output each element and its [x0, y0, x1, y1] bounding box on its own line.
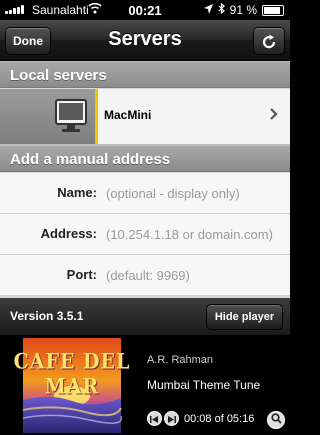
name-input[interactable]	[106, 182, 284, 204]
playback-time: 00:08 of 05:16	[184, 412, 255, 425]
server-row-macmini[interactable]: MacMini	[0, 89, 290, 145]
section-header-manual-address: Add a manual address	[0, 145, 290, 172]
address-input[interactable]	[106, 223, 284, 245]
next-button[interactable]	[164, 411, 179, 426]
hide-player-button[interactable]: Hide player	[206, 304, 283, 330]
server-label: MacMini	[104, 108, 152, 122]
page-title: Servers	[108, 28, 182, 50]
location-icon	[203, 3, 213, 17]
selected-indicator	[95, 89, 98, 144]
chevron-right-icon	[269, 104, 278, 125]
search-button[interactable]	[267, 411, 285, 429]
next-icon	[167, 410, 176, 428]
previous-icon	[150, 410, 159, 428]
name-label: Name:	[57, 185, 97, 200]
player-toolbar: Version 3.5.1 Hide player	[0, 298, 290, 336]
battery-percent: 91 %	[229, 3, 257, 17]
previous-button[interactable]	[147, 411, 162, 426]
navigation-bar: Done Servers	[0, 20, 290, 61]
bluetooth-icon	[218, 2, 225, 17]
version-label: Version 3.5.1	[10, 309, 84, 323]
refresh-button[interactable]	[253, 27, 285, 55]
name-field-row: Name:	[0, 173, 290, 214]
servers-content: Local servers MacMini Add a manual addre…	[0, 61, 290, 298]
port-input[interactable]	[106, 264, 284, 286]
address-field-row: Address:	[0, 214, 290, 255]
artist-name: A.R. Rahman	[147, 354, 214, 366]
server-thumbnail	[0, 89, 95, 144]
album-title: CAFE DEL MAR	[13, 348, 131, 400]
port-field-row: Port:	[0, 255, 290, 296]
transport-controls: 00:08 of 05:16	[147, 411, 254, 426]
section-header-local-servers: Local servers	[0, 61, 290, 88]
monitor-icon	[55, 99, 87, 138]
address-label: Address:	[40, 226, 97, 241]
track-title: Mumbai Theme Tune	[147, 378, 261, 392]
refresh-icon	[261, 33, 277, 59]
album-cover: CAFE DEL MAR	[5, 338, 139, 433]
status-bar: Saunalahti 00:21 91 %	[0, 0, 290, 20]
search-icon	[270, 411, 282, 429]
battery-icon	[262, 4, 284, 16]
mini-player: Version 3.5.1 Hide player CAFE DEL MAR A…	[0, 298, 290, 435]
port-label: Port:	[66, 267, 97, 282]
